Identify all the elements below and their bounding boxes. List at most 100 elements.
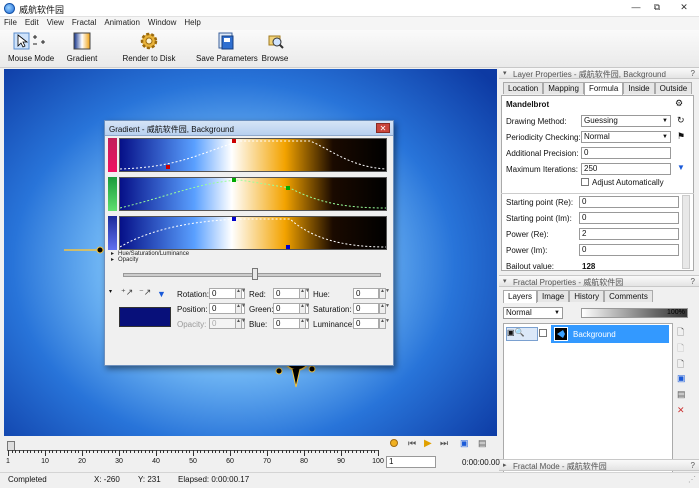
maximize-button[interactable]: ⧉ <box>647 1 667 13</box>
params-scrollbar[interactable] <box>682 195 690 269</box>
tab-outside[interactable]: Outside <box>654 82 693 94</box>
power-re-input[interactable]: 2 <box>579 228 679 240</box>
blue-gradient-editor[interactable] <box>119 216 387 250</box>
layer-visibility-icons[interactable]: ▣🔍 <box>506 327 538 341</box>
tab-comments[interactable]: Comments <box>604 290 653 302</box>
iterations-arrow-icon[interactable]: ▼ <box>677 163 685 172</box>
menu-file[interactable]: File <box>0 17 21 27</box>
green-gradient-editor[interactable] <box>119 177 387 211</box>
tab-formula[interactable]: Formula <box>583 82 624 95</box>
tab-inside[interactable]: Inside <box>623 82 655 94</box>
opacity-expander[interactable]: ▸ Opacity <box>111 256 138 263</box>
green-spinner[interactable]: ▲▼ <box>299 303 310 314</box>
layer-properties-header[interactable]: ▾ Layer Properties - 威航软件园, Background? <box>499 67 699 79</box>
layer-name[interactable]: Background <box>573 330 616 339</box>
start-re-input[interactable]: 0 <box>579 196 679 208</box>
luminance-spinner[interactable]: ▲▼ <box>379 318 390 329</box>
render-to-disk-button[interactable]: Render to Disk <box>122 32 176 63</box>
max-iterations-input[interactable]: 250 <box>581 163 671 175</box>
drawing-method-select[interactable]: Guessing ▼ <box>581 115 671 127</box>
menu-fractal[interactable]: Fractal <box>68 17 100 27</box>
timeline-minor-tick <box>141 450 143 453</box>
timeline-minor-tick <box>348 450 350 453</box>
tab-mapping[interactable]: Mapping <box>543 82 584 94</box>
timeline-minor-tick <box>244 450 246 453</box>
fractal-mode-header[interactable]: ▸ Fractal Mode - 威航软件园? <box>499 459 699 471</box>
add-point-icon[interactable]: ⁺↗ <box>121 287 133 298</box>
timeline-minor-tick <box>344 450 346 453</box>
periodicity-options-icon[interactable]: ⚑ <box>677 131 685 142</box>
layer-mask-icon[interactable]: ▣ <box>677 373 686 384</box>
help-icon[interactable]: ? <box>691 461 695 470</box>
hue-spinner[interactable]: ▲▼ <box>379 288 390 299</box>
refresh-icon[interactable]: ↻ <box>677 115 685 126</box>
tab-history[interactable]: History <box>569 290 605 302</box>
animation-settings-icon[interactable]: ▤ <box>478 438 487 449</box>
tab-location[interactable]: Location <box>503 82 544 94</box>
periodicity-select[interactable]: Normal ▼ <box>581 131 671 143</box>
play-icon[interactable]: ▶ <box>424 438 432 449</box>
saturation-spinner[interactable]: ▲▼ <box>379 303 390 314</box>
keyframe-icon[interactable]: ▣ <box>460 438 469 449</box>
color-picker-icon[interactable]: ▼ <box>157 289 166 299</box>
help-icon[interactable]: ? <box>691 277 695 286</box>
duplicate-layer-icon[interactable]: 🗋 <box>677 341 684 357</box>
power-im-input[interactable]: 0 <box>579 244 679 256</box>
fractal-properties-header[interactable]: ▾ Fractal Properties - 威航软件园? <box>499 275 699 287</box>
tab-layers[interactable]: Layers <box>503 290 538 303</box>
delete-layer-icon[interactable]: ✕ <box>677 405 685 416</box>
timeline-tick-label: 70 <box>263 458 271 465</box>
menu-edit[interactable]: Edit <box>21 17 43 27</box>
remove-point-icon[interactable]: ⁻↗ <box>139 287 151 298</box>
layer-properties-icon[interactable]: ▤ <box>677 389 686 400</box>
additional-precision-input[interactable]: 0 <box>581 147 671 159</box>
animation-timeline[interactable]: 1 10 20 30 40 50 60 70 80 90 100 ⏮ ▶ ⏭ ▣ ▤ 1 0:00:… <box>4 436 500 472</box>
rotation-spinner[interactable]: ▲▼ <box>235 288 246 299</box>
start-im-input[interactable]: 0 <box>579 212 679 224</box>
saturation-input[interactable]: 0 <box>353 303 379 314</box>
gradient-dialog-titlebar[interactable]: Gradient - 威航软件园, Background ✕ <box>105 121 393 136</box>
layer-options-icon[interactable]: 🗋 <box>677 357 684 373</box>
luminance-input[interactable]: 0 <box>353 318 379 329</box>
red-gradient-editor[interactable] <box>119 138 387 172</box>
close-button[interactable]: ✕ <box>671 1 697 13</box>
blue-spinner[interactable]: ▲▼ <box>299 318 310 329</box>
eye-icon[interactable]: ▣🔍 <box>507 328 525 337</box>
save-parameters-button[interactable]: Save Parameters <box>196 32 258 63</box>
menu-window[interactable]: Window <box>144 17 180 27</box>
timeline-tick <box>304 450 305 456</box>
timeline-minor-tick <box>363 450 365 453</box>
hue-input[interactable]: 0 <box>353 288 379 299</box>
mouse-mode-button[interactable]: Mouse Mode <box>8 32 54 63</box>
collapse-arrow-icon[interactable]: ▾ <box>109 288 112 295</box>
gradient-dialog-close-button[interactable]: ✕ <box>376 123 390 133</box>
color-swatch[interactable] <box>119 307 171 327</box>
tab-image[interactable]: Image <box>537 290 570 302</box>
gradient-button[interactable]: Gradient <box>62 32 102 63</box>
resize-grip-icon[interactable]: ⋰ <box>688 475 696 484</box>
timeline-minor-tick <box>370 450 372 453</box>
menu-help[interactable]: Help <box>180 17 204 27</box>
formula-name: Mandelbrot <box>506 100 550 109</box>
timeline-minor-tick <box>185 450 187 453</box>
record-icon[interactable] <box>390 439 398 447</box>
menu-animation[interactable]: Animation <box>100 17 144 27</box>
adjust-auto-checkbox[interactable] <box>581 178 589 186</box>
timeline-minor-tick <box>259 450 261 453</box>
position-spinner[interactable]: ▲▼ <box>235 303 246 314</box>
red-spinner[interactable]: ▲▼ <box>299 288 310 299</box>
rewind-icon[interactable]: ⏮ <box>408 438 416 449</box>
frame-input[interactable]: 1 <box>386 456 436 468</box>
menu-view[interactable]: View <box>43 17 68 27</box>
browse-button[interactable]: Browse <box>260 32 290 63</box>
formula-select-icon[interactable]: ⚙ <box>675 98 687 110</box>
browse-icon <box>266 32 284 50</box>
minimize-button[interactable]: — <box>626 1 646 13</box>
layer-lock-checkbox[interactable] <box>539 329 547 337</box>
blend-mode-select[interactable]: Normal ▼ <box>503 307 563 319</box>
forward-icon[interactable]: ⏭ <box>440 438 448 449</box>
help-icon[interactable]: ? <box>691 69 695 78</box>
gradient-position-slider[interactable] <box>252 268 258 280</box>
menu-bar: File Edit View Fractal Animation Window Help <box>0 17 699 30</box>
add-layer-icon[interactable]: 🗋 <box>677 325 684 341</box>
